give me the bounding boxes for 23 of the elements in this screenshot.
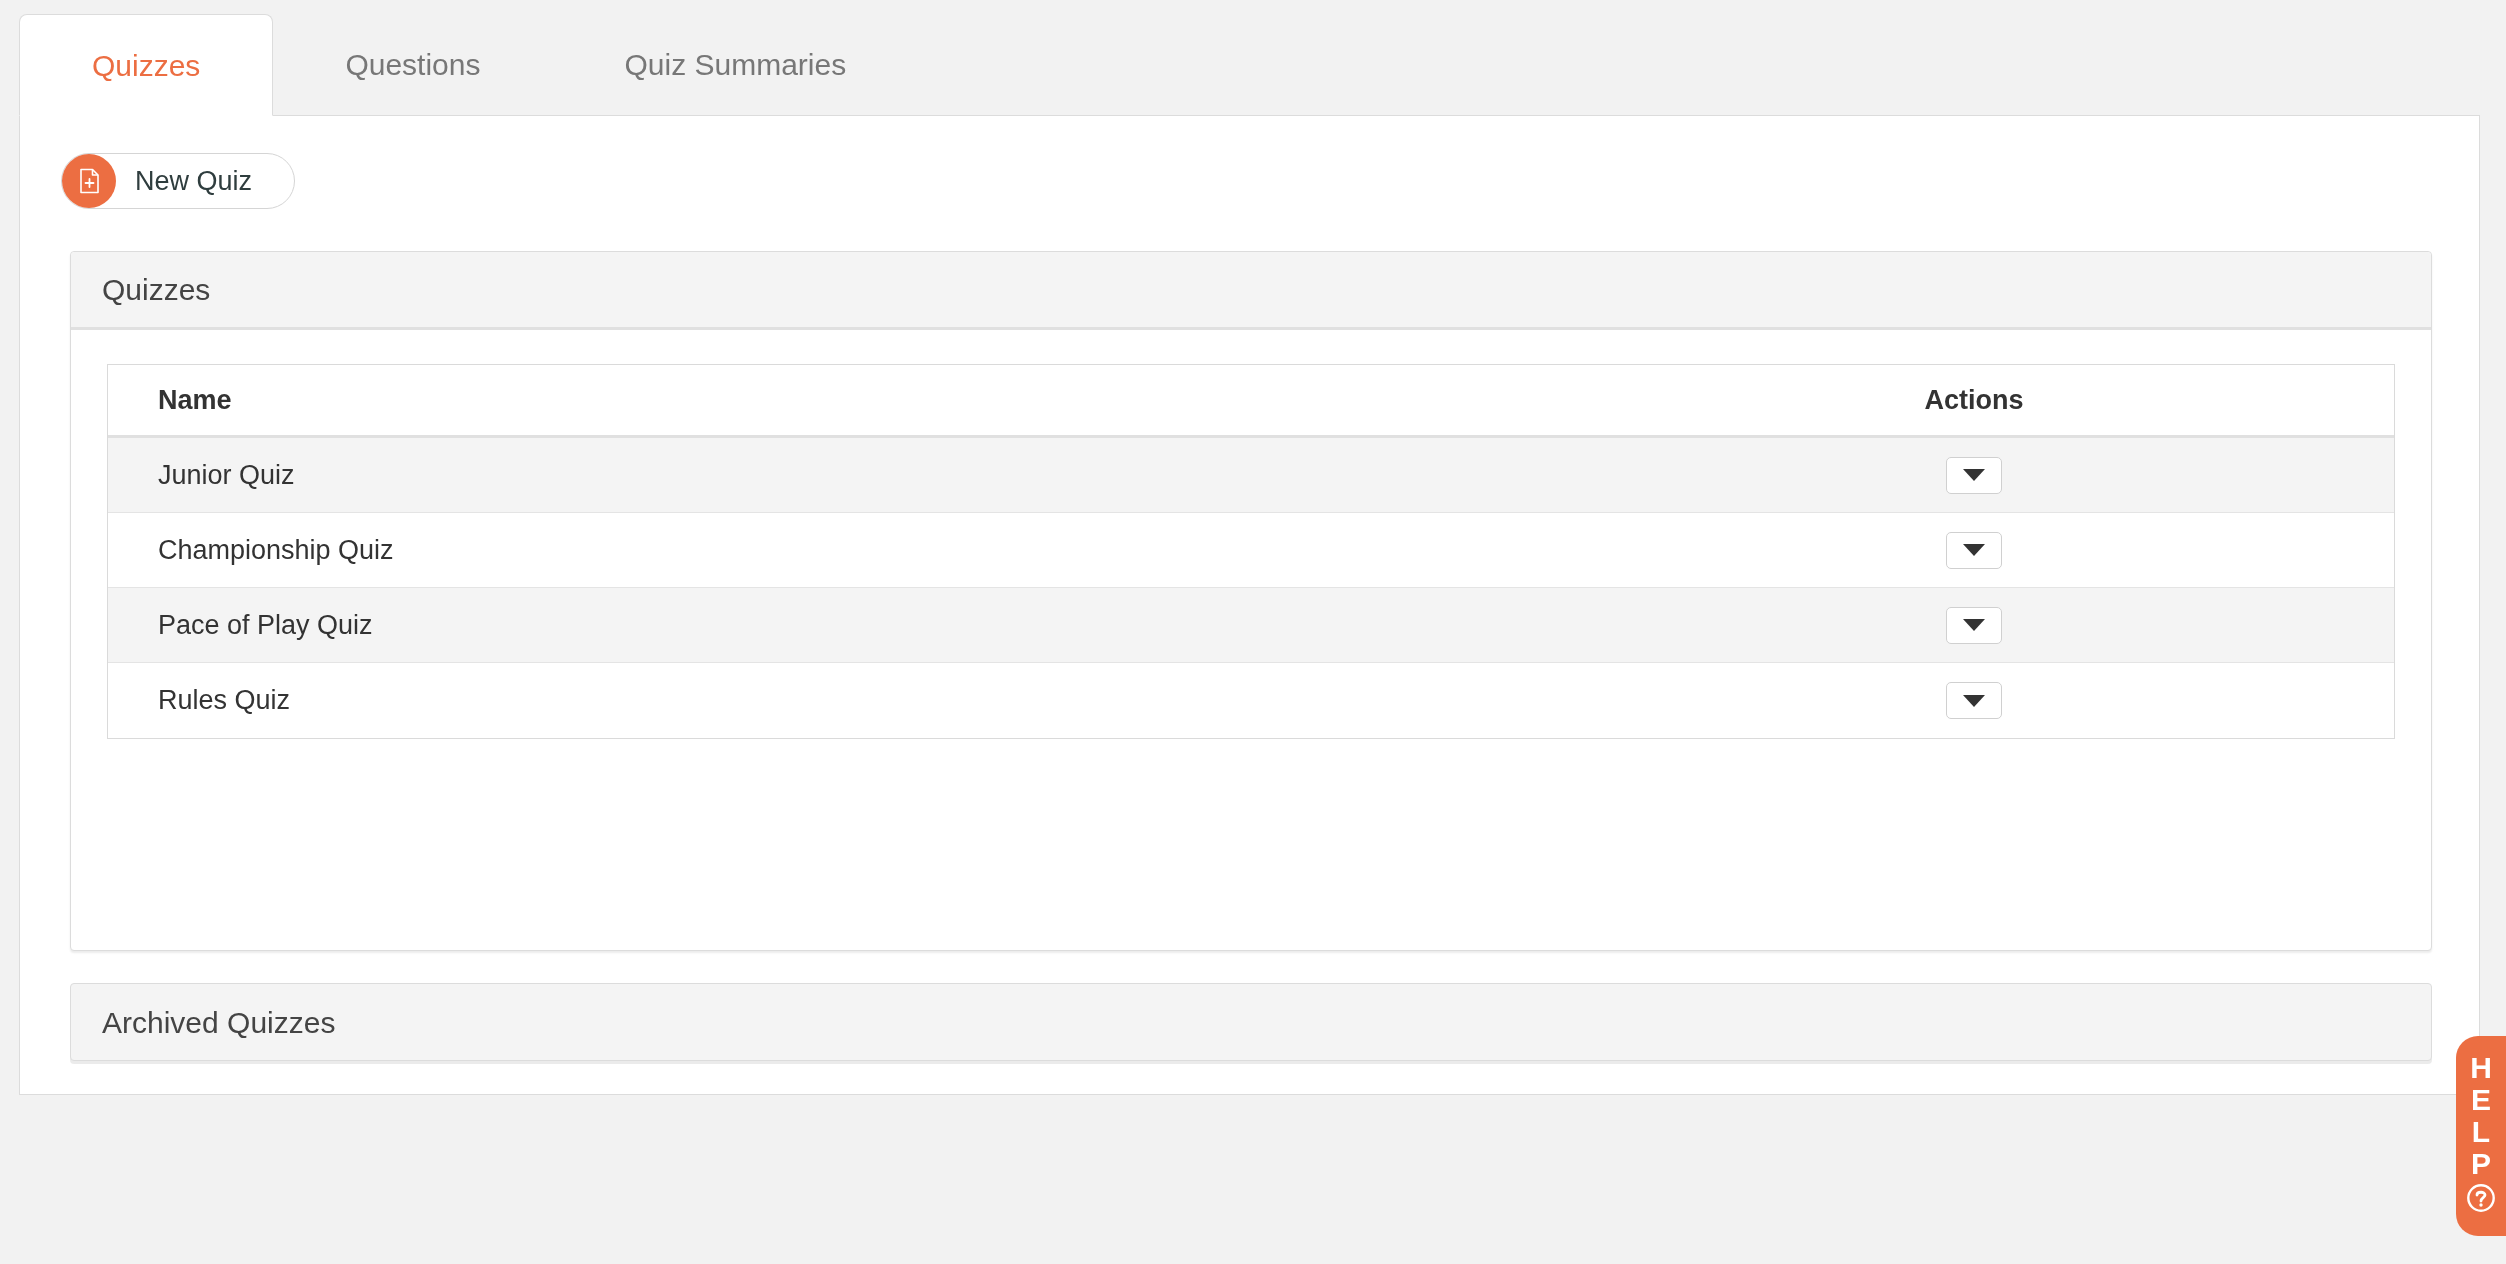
new-quiz-button[interactable]: New Quiz (61, 153, 296, 209)
help-icon (2467, 1184, 2495, 1212)
column-header: Actions (1924, 383, 2024, 417)
tab[interactable]: Quiz Summaries (552, 13, 919, 115)
actions-dropdown-button[interactable] (1946, 531, 2002, 569)
tab[interactable]: Quizzes (19, 14, 274, 116)
panel-title: Quizzes (102, 272, 211, 308)
column-header: Name (158, 383, 232, 417)
actions-dropdown-button[interactable] (1946, 456, 2002, 494)
new-document-icon (62, 154, 116, 208)
table-cell-text: Championship Quiz (158, 533, 394, 567)
actions-dropdown-button[interactable] (1946, 682, 2002, 719)
actions-dropdown-button[interactable] (1946, 606, 2002, 644)
table-cell-text: Junior Quiz (158, 458, 295, 492)
tab[interactable]: Questions (273, 13, 553, 115)
caret-icon (1963, 619, 1985, 631)
caret-icon (1963, 694, 1985, 707)
table-cell-text: Pace of Play Quiz (158, 608, 373, 642)
archived-panel-header[interactable]: Archived Quizzes (70, 983, 2432, 1061)
help-button[interactable]: HELP (2456, 1036, 2506, 1236)
caret-icon (1963, 469, 1985, 481)
caret-icon (1963, 544, 1985, 556)
table-cell-text: Rules Quiz (158, 684, 291, 718)
